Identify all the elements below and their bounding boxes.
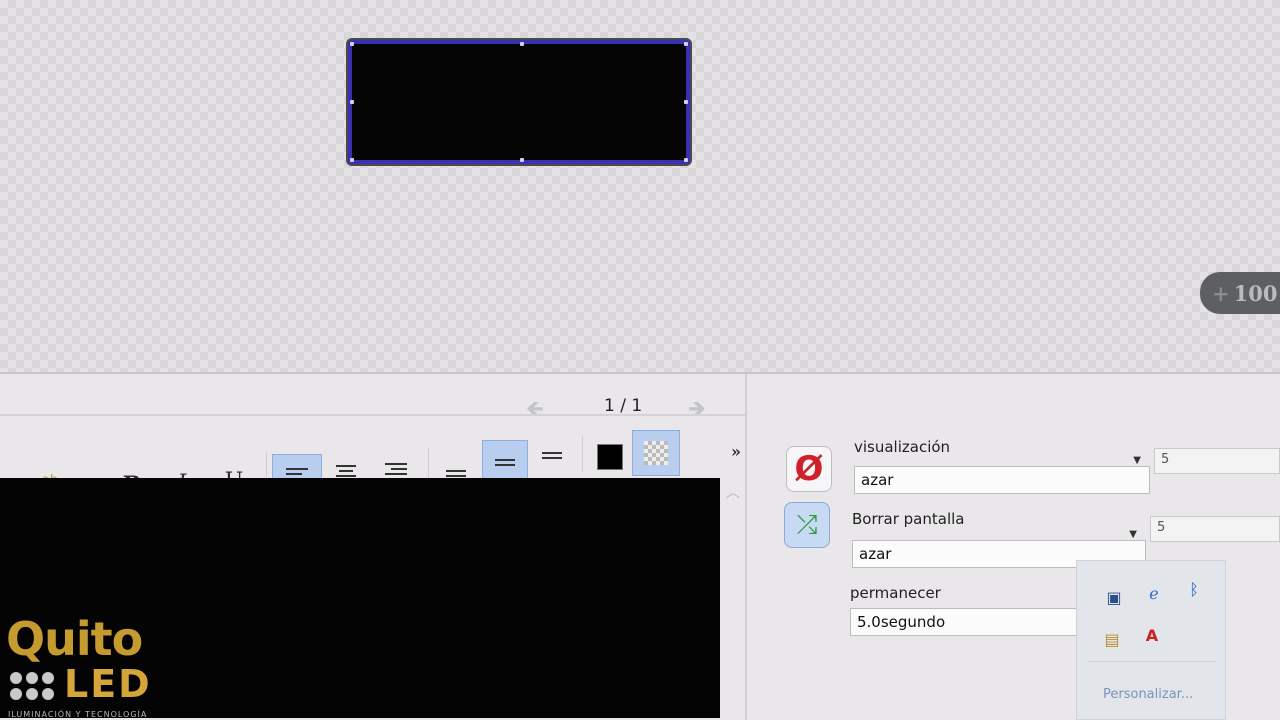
valign-bottom-icon bbox=[542, 451, 562, 459]
valign-top-icon bbox=[446, 469, 466, 477]
clear-screen-value: azar bbox=[859, 545, 892, 563]
clear-speed-field[interactable]: 5 bbox=[1150, 516, 1280, 542]
resize-handle[interactable] bbox=[520, 42, 524, 46]
color-swatch bbox=[597, 444, 623, 470]
led-screen-preview[interactable] bbox=[348, 40, 690, 164]
valign-middle-icon bbox=[495, 458, 515, 466]
divider bbox=[0, 414, 746, 416]
resize-handle[interactable] bbox=[684, 42, 688, 46]
resize-handle[interactable] bbox=[684, 158, 688, 162]
valign-bottom-button[interactable] bbox=[532, 434, 572, 476]
no-effect-icon[interactable]: Ø bbox=[786, 446, 832, 492]
preview-canvas: +100 bbox=[0, 0, 1280, 400]
resize-handle[interactable] bbox=[350, 100, 354, 104]
page-indicator: 1 / 1 bbox=[604, 396, 643, 416]
network-icon[interactable]: ▣ bbox=[1103, 587, 1125, 609]
transparent-background-icon bbox=[644, 441, 668, 465]
brand-name-bottom: LED bbox=[64, 662, 152, 706]
shuffle-icon[interactable]: ⤮ bbox=[784, 502, 830, 548]
chevron-down-icon[interactable]: ▼ bbox=[1129, 529, 1137, 540]
resize-handle[interactable] bbox=[350, 42, 354, 46]
scroll-up-icon[interactable]: ︿ bbox=[726, 482, 740, 502]
brand-tagline: ILUMINACIÓN Y TECNOLOGÍA bbox=[8, 710, 148, 719]
zoom-in-icon[interactable]: + bbox=[1212, 281, 1230, 306]
brand-watermark: Quito LED ILUMINACIÓN Y TECNOLOGÍA bbox=[6, 612, 176, 720]
customize-link[interactable]: Personalizar... bbox=[1103, 687, 1193, 702]
adobe-icon[interactable]: A bbox=[1141, 625, 1163, 647]
system-tray-popup: ▣ ℯ ᛒ ▤ A Personalizar... bbox=[1076, 560, 1226, 720]
internet-explorer-icon[interactable]: ℯ bbox=[1143, 583, 1165, 605]
clear-screen-label: Borrar pantalla bbox=[852, 510, 965, 528]
divider bbox=[582, 436, 583, 472]
divider bbox=[745, 374, 747, 720]
security-icon[interactable]: ▤ bbox=[1101, 629, 1123, 651]
background-button[interactable] bbox=[632, 430, 680, 476]
resize-handle[interactable] bbox=[520, 158, 524, 162]
divider bbox=[1087, 661, 1217, 662]
brand-name-top: Quito bbox=[6, 612, 143, 666]
stay-label: permanecer bbox=[850, 584, 941, 602]
display-effect-label: visualización bbox=[854, 438, 951, 456]
arrow-right-icon[interactable]: 🡺 bbox=[688, 392, 706, 430]
display-speed-field[interactable]: 5 bbox=[1154, 448, 1280, 474]
chevron-down-icon[interactable]: ▼ bbox=[1133, 455, 1141, 466]
display-effect-value: azar bbox=[861, 471, 894, 489]
resize-handle[interactable] bbox=[350, 158, 354, 162]
stay-duration-input[interactable]: 5.0segundo bbox=[850, 608, 1080, 636]
zoom-control[interactable]: +100 bbox=[1200, 272, 1280, 314]
display-effect-select[interactable]: azar ▼ bbox=[854, 455, 1150, 494]
text-color-button[interactable] bbox=[590, 436, 630, 478]
more-options-button[interactable]: » bbox=[724, 430, 748, 472]
bluetooth-icon[interactable]: ᛒ bbox=[1183, 579, 1205, 601]
align-right-icon bbox=[385, 462, 407, 480]
zoom-level: 100 bbox=[1233, 281, 1278, 306]
resize-handle[interactable] bbox=[684, 100, 688, 104]
arrow-left-icon[interactable]: 🡸 bbox=[526, 392, 544, 430]
dots-icon bbox=[10, 672, 54, 700]
